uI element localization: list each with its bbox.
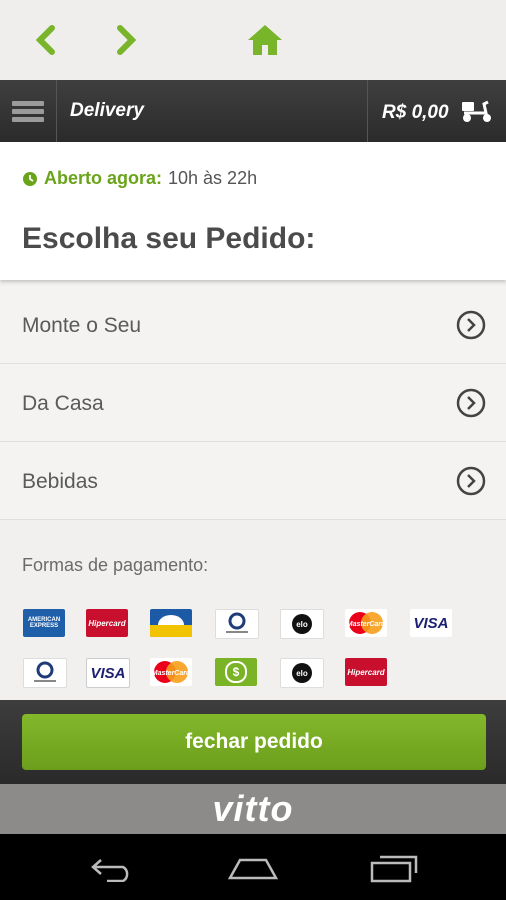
cart-total: R$ 0,00	[382, 102, 449, 123]
mastercard-card: MasterCard	[345, 609, 387, 637]
cash-card: $	[215, 658, 257, 686]
brand-bar: vitto	[0, 784, 506, 834]
svg-text:MasterCard: MasterCard	[152, 670, 191, 677]
clock-icon	[23, 171, 37, 186]
dinersclub-card	[215, 609, 259, 639]
menu-item-label: Da Casa	[22, 392, 104, 415]
mastercard-logo-icon: MasterCard	[347, 612, 386, 634]
app-header: Delivery R$ 0,00	[0, 80, 506, 142]
mastercard-logo-icon: MasterCard	[152, 661, 191, 683]
home-button[interactable]	[243, 18, 287, 62]
forward-button[interactable]	[104, 18, 148, 62]
home-icon	[248, 25, 282, 55]
system-nav-bar	[0, 834, 506, 900]
back-icon	[91, 859, 129, 882]
banricompras-logo-icon	[150, 615, 192, 637]
banricompras-card	[150, 609, 192, 637]
opening-hours: 10h às 22h	[168, 168, 258, 188]
chevron-left-icon	[35, 25, 55, 55]
chevron-right-icon	[117, 25, 137, 55]
opening-status: Aberto agora: 10h às 22h	[22, 168, 257, 189]
checkout-footer: fechar pedido	[0, 700, 506, 784]
mastercard-card: MasterCard	[150, 658, 192, 686]
page-title: Escolha seu Pedido:	[22, 222, 316, 255]
menu-item-label: Monte o Seu	[22, 314, 142, 337]
browser-nav-bar	[0, 0, 506, 80]
elo-card: elo	[280, 658, 324, 688]
store-info-card: Aberto agora: 10h às 22h Escolha seu Ped…	[0, 142, 506, 280]
delivery-scooter-icon	[462, 100, 491, 122]
chevron-right-circle-icon	[456, 310, 486, 340]
hipercard-card: Hipercard	[345, 658, 387, 686]
chevron-right-circle-icon	[456, 466, 486, 496]
system-recent-button[interactable]	[364, 850, 424, 886]
elo-card: elo	[280, 609, 324, 639]
recent-apps-icon	[370, 855, 418, 883]
brand-logo: vitto	[212, 788, 294, 829]
hamburger-menu-icon	[12, 98, 44, 125]
chevron-right-circle-icon	[456, 388, 486, 418]
open-now-label: Aberto agora:	[44, 168, 163, 188]
payment-methods-label: Formas de pagamento:	[22, 555, 209, 575]
americanexpress-card: AMERICAN EXPRESS	[23, 609, 65, 637]
dinersclub-logo-icon	[226, 612, 248, 633]
system-home-button[interactable]	[223, 850, 283, 886]
visa-card: VISA	[86, 658, 130, 688]
dollar-icon: $	[225, 661, 247, 683]
svg-text:MasterCard: MasterCard	[347, 621, 386, 628]
back-button[interactable]	[24, 18, 68, 62]
menu-item-label: Bebidas	[22, 470, 98, 493]
checkout-button[interactable]: fechar pedido	[22, 714, 486, 770]
menu-item-monte-o-seu[interactable]: Monte o Seu	[0, 286, 506, 364]
header-title: Delivery	[70, 100, 144, 121]
menu-item-da-casa[interactable]: Da Casa	[0, 364, 506, 442]
cart-button[interactable]: R$ 0,00	[367, 80, 506, 142]
visa-card: VISA	[410, 609, 452, 637]
dinersclub-logo-icon	[34, 661, 56, 682]
system-back-button[interactable]	[83, 850, 143, 886]
menu-item-bebidas[interactable]: Bebidas	[0, 442, 506, 520]
hipercard-card: Hipercard	[86, 609, 128, 637]
home-icon	[227, 858, 279, 880]
menu-button[interactable]	[0, 80, 57, 142]
dinersclub-card	[23, 658, 67, 688]
